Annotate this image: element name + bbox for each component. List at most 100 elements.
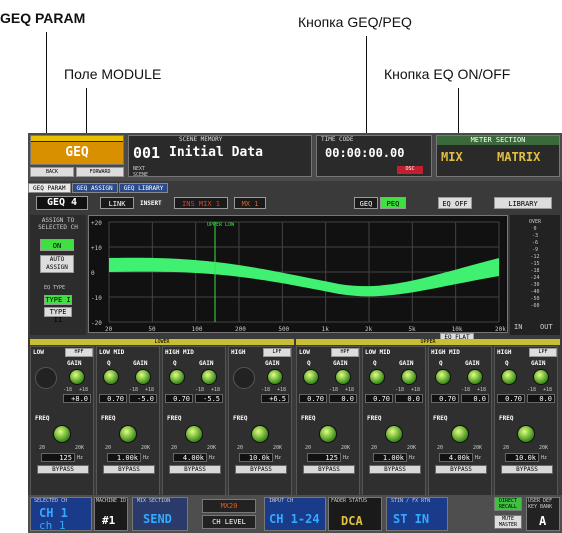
gain-knob[interactable]: [401, 369, 417, 385]
filter-button[interactable]: LPF: [529, 348, 557, 357]
freq-value[interactable]: 10.0k: [239, 453, 273, 462]
freq-knob[interactable]: [53, 425, 71, 443]
freq-range-lo: 20: [305, 445, 312, 451]
q-knob[interactable]: [435, 369, 451, 385]
peq-button[interactable]: PEQ: [380, 197, 406, 209]
bypass-button[interactable]: BYPASS: [435, 465, 487, 474]
eq-graph[interactable]: +20 +10 0 -10 -20 20 50 100 200 500 1k 2k 5k 10k 20k UP…: [88, 215, 508, 333]
gain-range-lo: -18: [461, 387, 471, 393]
freq-value[interactable]: 125: [41, 453, 75, 462]
gain-knob[interactable]: [533, 369, 549, 385]
gain-value[interactable]: -5.5: [195, 394, 223, 403]
fader-status[interactable]: FADER STATUS DCA: [328, 497, 382, 531]
geq-button[interactable]: GEQ: [354, 197, 378, 209]
x-tick-label: 20: [105, 326, 113, 333]
y-tick-label: -10: [91, 295, 102, 302]
input-ch[interactable]: INPUT CH CH 1-24: [264, 497, 326, 531]
x-tick-label: 2k: [365, 326, 373, 333]
freq-value[interactable]: 1.00k: [373, 453, 407, 462]
ch-level-button[interactable]: CH LEVEL: [202, 515, 256, 529]
freq-value[interactable]: 1.00k: [107, 453, 141, 462]
eq-curve-svg: +20 +10 0 -10 -2020 50 100 200 500 1k 2k 5k 10k 20k UP…: [91, 220, 506, 333]
mx20-button[interactable]: MX20: [202, 499, 256, 513]
gain-value[interactable]: 0.0: [527, 394, 555, 403]
bypass-button[interactable]: BYPASS: [169, 465, 221, 474]
mute-master-button[interactable]: MUTE MASTER: [494, 515, 522, 529]
gain-value[interactable]: 0.0: [461, 394, 489, 403]
filter-button[interactable]: LPF: [263, 348, 291, 357]
q-knob[interactable]: [369, 369, 385, 385]
link-button[interactable]: LINK: [100, 197, 134, 209]
gain-knob[interactable]: [135, 369, 151, 385]
freq-knob[interactable]: [119, 425, 137, 443]
q-value[interactable]: 0.70: [299, 394, 327, 403]
q-value[interactable]: 0.70: [99, 394, 127, 403]
q-value[interactable]: 0.70: [365, 394, 393, 403]
q-knob[interactable]: [303, 369, 319, 385]
forward-button[interactable]: FORWARD: [76, 167, 124, 177]
gain-range-lo: -18: [261, 387, 271, 393]
scene-memory[interactable]: SCENE MEMORY 001 Initial Data NEXT SCENE: [128, 135, 312, 178]
tab-geq-library[interactable]: GEQ LIBRARY: [118, 183, 169, 193]
bypass-button[interactable]: BYPASS: [37, 465, 89, 474]
mix-value[interactable]: MX 1: [234, 197, 266, 209]
bypass-button[interactable]: BYPASS: [303, 465, 355, 474]
gain-knob[interactable]: [335, 369, 351, 385]
type1-button[interactable]: TYPE I: [44, 295, 72, 305]
bypass-button[interactable]: BYPASS: [369, 465, 421, 474]
bypass-button[interactable]: BYPASS: [235, 465, 287, 474]
meter-in-label: IN: [514, 323, 523, 331]
filter-button[interactable]: HPF: [331, 348, 359, 357]
annotation-geq-param: GEQ PARAM: [0, 10, 86, 26]
gain-value[interactable]: -5.0: [129, 394, 157, 403]
meter-scale-label: -24: [530, 275, 540, 281]
assign-on-button[interactable]: ON: [40, 239, 74, 251]
freq-knob[interactable]: [517, 425, 535, 443]
mix-section-label: MIX SECTION: [137, 498, 171, 504]
page: GEQ PARAM Кнопка GEQ/PEQ Поле MODULE Кно…: [0, 0, 562, 533]
gain-knob[interactable]: [267, 369, 283, 385]
geq-module-field[interactable]: GEQ 4: [36, 196, 88, 210]
gain-value[interactable]: 0.0: [395, 394, 423, 403]
freq-knob[interactable]: [319, 425, 337, 443]
gain-knob[interactable]: [201, 369, 217, 385]
direct-recall-button[interactable]: DIRECT RECALL: [494, 497, 522, 511]
q-value[interactable]: 0.70: [431, 394, 459, 403]
auto-assign-button[interactable]: AUTO ASSIGN: [40, 255, 74, 273]
back-button[interactable]: BACK: [30, 167, 74, 177]
library-button[interactable]: LIBRARY: [494, 197, 552, 209]
q-knob[interactable]: [103, 369, 119, 385]
freq-knob[interactable]: [251, 425, 269, 443]
bank-value: A: [539, 514, 547, 528]
gain-knob[interactable]: [69, 369, 85, 385]
freq-value[interactable]: 10.0k: [505, 453, 539, 462]
freq-knob[interactable]: [451, 425, 469, 443]
q-value[interactable]: 0.70: [165, 394, 193, 403]
stin-fxrtn[interactable]: STIN / FX RTN ST IN: [386, 497, 448, 531]
q-value[interactable]: 0.70: [497, 394, 525, 403]
freq-knob[interactable]: [185, 425, 203, 443]
q-knob[interactable]: [501, 369, 517, 385]
freq-unit: Hz: [343, 455, 350, 461]
bypass-button[interactable]: BYPASS: [501, 465, 553, 474]
type2-button[interactable]: TYPE II: [44, 307, 72, 324]
gain-value[interactable]: 0.0: [329, 394, 357, 403]
tab-geq-assign[interactable]: GEQ ASSIGN: [71, 183, 118, 193]
bypass-button[interactable]: BYPASS: [103, 465, 155, 474]
gain-value[interactable]: +8.0: [63, 394, 91, 403]
insert-value[interactable]: INS MIX 1: [174, 197, 228, 209]
eq-off-button[interactable]: EQ OFF: [438, 197, 472, 209]
meter-section[interactable]: METER SECTION MIX MATRIX: [436, 135, 560, 177]
freq-value[interactable]: 4.00k: [173, 453, 207, 462]
freq-value[interactable]: 125: [307, 453, 341, 462]
user-def-key-bank[interactable]: USER DEF KEY BANK A: [526, 497, 560, 531]
freq-value[interactable]: 4.00k: [439, 453, 473, 462]
selected-ch[interactable]: SELECTED CH CH 1 ch 1: [30, 497, 92, 532]
filter-button[interactable]: HPF: [65, 348, 93, 357]
mix-section[interactable]: MIX SECTION SEND: [132, 497, 188, 531]
gain-knob[interactable]: [467, 369, 483, 385]
q-knob[interactable]: [169, 369, 185, 385]
tab-geq-param[interactable]: GEQ PARAM: [28, 183, 71, 193]
freq-knob[interactable]: [385, 425, 403, 443]
gain-value[interactable]: +6.5: [261, 394, 289, 403]
